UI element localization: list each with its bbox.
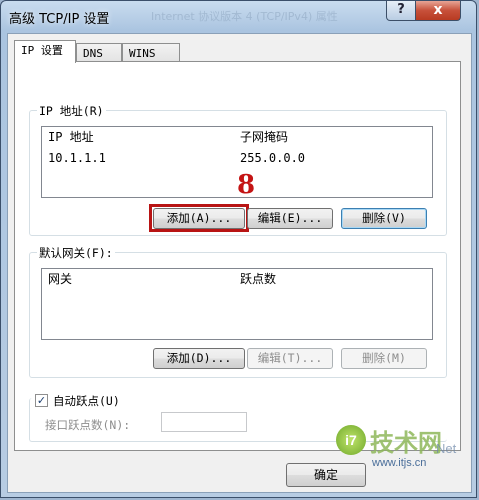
add-ip-button[interactable]: 添加(A)... (153, 208, 245, 229)
close-button[interactable]: x (415, 1, 461, 21)
step-number-annotation: 8 (237, 170, 256, 200)
column-header-subnet-mask[interactable]: 子网掩码 (240, 127, 288, 147)
help-button[interactable]: ? (386, 1, 416, 21)
watermark-url: www.itjs.cn (372, 457, 427, 469)
watermark-suffix: Net (436, 441, 457, 456)
tab-wins[interactable]: WINS (122, 43, 180, 62)
column-header-ip[interactable]: IP 地址 (48, 127, 94, 147)
column-header-metric[interactable]: 跃点数 (240, 269, 276, 289)
default-gateway-group-title: 默认网关(F): (37, 245, 115, 261)
tab-ip-settings[interactable]: IP 设置 (14, 40, 76, 63)
background-window-title: Internet 协议版本 4 (TCP/IPv4) 属性 (151, 10, 338, 23)
watermark-logo-icon: i7 (336, 425, 366, 455)
title-bar[interactable]: 高级 TCP/IP 设置 Internet 协议版本 4 (TCP/IPv4) … (1, 1, 476, 33)
watermark-logo-text: i7 (345, 432, 357, 448)
delete-ip-button[interactable]: 删除(V) (341, 208, 427, 229)
table-row[interactable]: 10.1.1.1 255.0.0.0 (42, 149, 432, 169)
close-icon: x (433, 2, 443, 18)
add-gateway-button[interactable]: 添加(D)... (153, 348, 245, 369)
ip-settings-panel: IP 地址(R) IP 地址 子网掩码 10.1.1.1 255.0.0.0 添… (14, 61, 461, 451)
dialog-window: 高级 TCP/IP 设置 Internet 协议版本 4 (TCP/IPv4) … (0, 0, 477, 498)
delete-gateway-button[interactable]: 删除(M) (341, 348, 427, 369)
checkmark-icon: ✓ (36, 394, 47, 407)
interface-metric-label: 接口跃点数(N): (45, 418, 131, 432)
gateway-list[interactable]: 网关 跃点数 (41, 268, 433, 340)
edit-ip-button[interactable]: 编辑(E)... (247, 208, 333, 229)
ip-address-value: 10.1.1.1 (48, 151, 106, 165)
watermark-brand: 技术网 (370, 429, 442, 457)
interface-metric-input[interactable] (161, 412, 247, 432)
tab-dns[interactable]: DNS (76, 43, 122, 62)
subnet-mask-value: 255.0.0.0 (240, 151, 306, 165)
edit-gateway-button[interactable]: 编辑(T)... (247, 348, 333, 369)
ip-address-group-title: IP 地址(R) (37, 103, 106, 119)
window-title: 高级 TCP/IP 设置 (9, 12, 110, 27)
automatic-metric-label[interactable]: 自动跃点(U) (53, 393, 120, 409)
column-header-gateway[interactable]: 网关 (48, 269, 72, 289)
site-watermark: i7 技术网 www.itjs.cn Net (336, 423, 476, 495)
automatic-metric-checkbox[interactable]: ✓ (35, 394, 48, 407)
question-mark-icon: ? (397, 2, 405, 17)
